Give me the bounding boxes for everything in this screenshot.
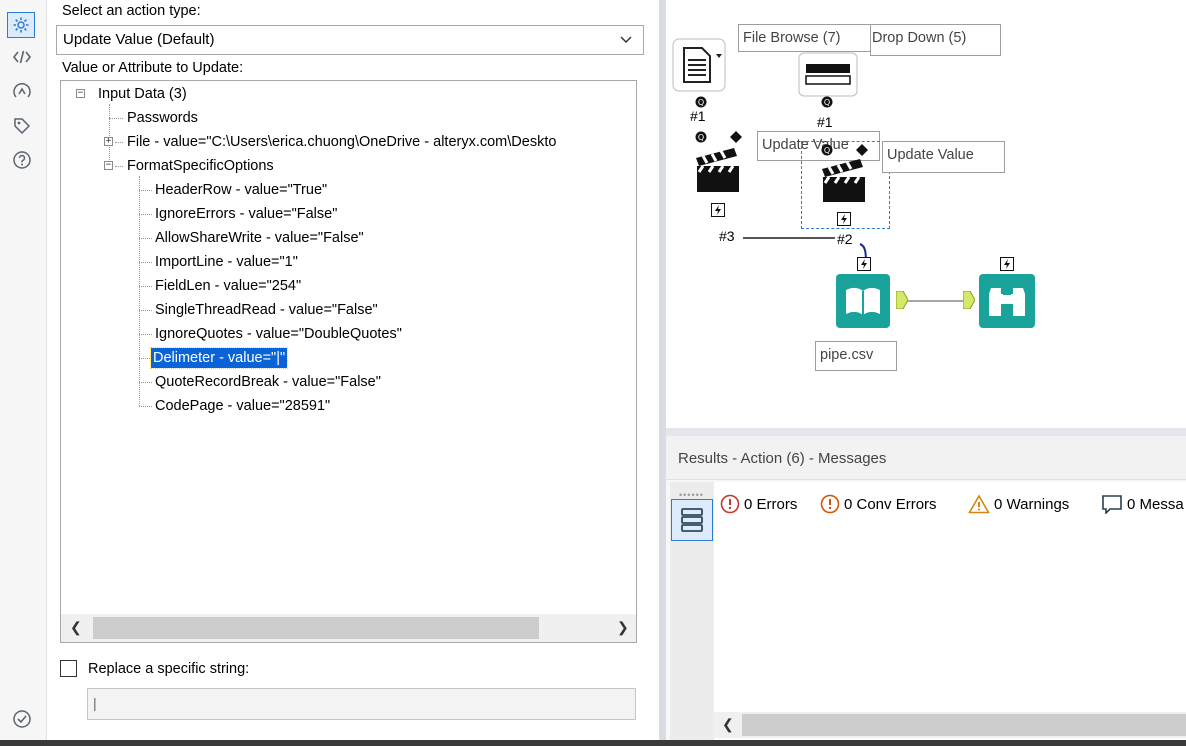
drop-down-label: Drop Down (5) [870,24,1001,56]
replace-string-value: | [93,695,97,711]
conv-errors-text: 0 Conv Errors [844,495,937,513]
configuration-gear-icon[interactable] [7,12,35,38]
tree-node-option[interactable]: IgnoreQuotes - value="DoubleQuotes" [155,324,402,344]
browse-tool-binoculars[interactable] [979,274,1035,328]
update-value-label-2: Update Value [882,141,1005,173]
svg-text:Q: Q [698,133,704,142]
scroll-left-icon[interactable]: ❮ [722,716,734,733]
scrollbar-thumb[interactable] [742,714,1186,736]
tag-icon[interactable] [8,113,36,139]
svg-text:Q: Q [824,98,830,107]
collapse-icon[interactable]: − [76,89,85,98]
tree-node-option[interactable]: ImportLine - value="1" [155,252,298,272]
tree-node-option[interactable]: QuoteRecordBreak - value="False" [155,372,381,392]
workflow-canvas[interactable] [666,0,1186,428]
results-title: Results - Action (6) - Messages [678,450,887,467]
scrollbar-thumb[interactable] [93,617,539,639]
taskbar-edge [0,740,1186,746]
tree-node-option-selected[interactable]: Delimeter - value="|" [149,347,289,369]
question-anchor-icon: Q [821,95,833,111]
replace-string-checkbox[interactable] [60,660,77,677]
replace-string-input[interactable]: | [87,688,636,720]
action-tool-clapperboard[interactable] [693,144,743,194]
xml-code-icon[interactable] [8,44,36,70]
expand-icon[interactable]: + [104,137,113,146]
help-icon[interactable] [8,147,36,173]
message-icon [1102,495,1122,514]
svg-text:Q: Q [824,146,830,155]
messages-view-button[interactable] [671,499,713,541]
drop-down-id: #1 [817,114,833,130]
file-browse-label: File Browse (7) [738,24,872,52]
messages-list [714,482,1186,740]
lightning-anchor-icon [711,203,725,220]
collapse-icon[interactable]: − [104,161,113,170]
scroll-right-icon[interactable]: ❯ [617,619,629,636]
action-type-label: Select an action type: [62,3,201,19]
messages-filter[interactable]: 0 Messa [1101,494,1184,514]
connection-line [907,300,967,302]
messages-text: 0 Messa [1127,495,1184,513]
lightning-anchor-icon [857,257,871,274]
errors-filter[interactable]: 0 Errors [720,494,797,514]
replace-string-label: Replace a specific string: [88,661,250,677]
warning-icon [968,494,990,514]
tree-node-option[interactable]: FieldLen - value="254" [155,276,301,296]
errors-text: 0 Errors [744,495,798,513]
action-tool-clapperboard-selected[interactable] [819,156,869,204]
tree-node-root[interactable]: Input Data (3) [98,84,187,104]
results-divider[interactable] [666,428,1186,436]
conv-error-icon [820,494,840,514]
tree-node-format-options[interactable]: FormatSpecificOptions [127,156,274,176]
warnings-text: 0 Warnings [994,495,1070,513]
chevron-down-icon [619,32,633,49]
panel-splitter[interactable] [659,0,666,746]
value-attribute-label: Value or Attribute to Update: [62,60,244,76]
file-browse-tool[interactable] [672,38,732,93]
input-data-tool[interactable] [836,274,890,328]
input-anchor-icon [962,290,976,312]
tree-node-option[interactable]: AllowShareWrite - value="False" [155,228,364,248]
action-type-value: Update Value (Default) [63,31,215,48]
lightning-anchor-icon [1000,257,1014,274]
error-icon [720,494,740,514]
pipe-csv-label: pipe.csv [815,341,897,371]
tree-node-option[interactable]: HeaderRow - value="True" [155,180,327,200]
lightning-anchor-icon [837,212,851,229]
action-type-select[interactable]: Update Value (Default) [56,25,644,55]
svg-text:Q: Q [698,98,704,107]
tree-node-option[interactable]: IgnoreErrors - value="False" [155,204,337,224]
check-circle-icon[interactable] [8,706,36,732]
list-icon [681,508,703,532]
tree-node-file[interactable]: File - value="C:\Users\erica.chuong\OneD… [127,132,556,152]
drop-down-tool[interactable] [798,52,858,98]
config-sidebar [0,0,47,746]
annotation-icon[interactable] [8,79,36,105]
tree-node-option[interactable]: CodePage - value="28591" [155,396,330,416]
file-browse-id: #1 [690,108,706,124]
tree-node-option[interactable]: SingleThreadRead - value="False" [155,300,378,320]
action3-id: #3 [719,228,735,244]
tree-node-passwords[interactable]: Passwords [127,108,198,128]
warnings-filter[interactable]: 0 Warnings [968,494,1069,514]
scroll-left-icon[interactable]: ❮ [70,619,82,636]
conv-errors-filter[interactable]: 0 Conv Errors [820,494,937,514]
results-header: Results - Action (6) - Messages [666,436,1186,480]
